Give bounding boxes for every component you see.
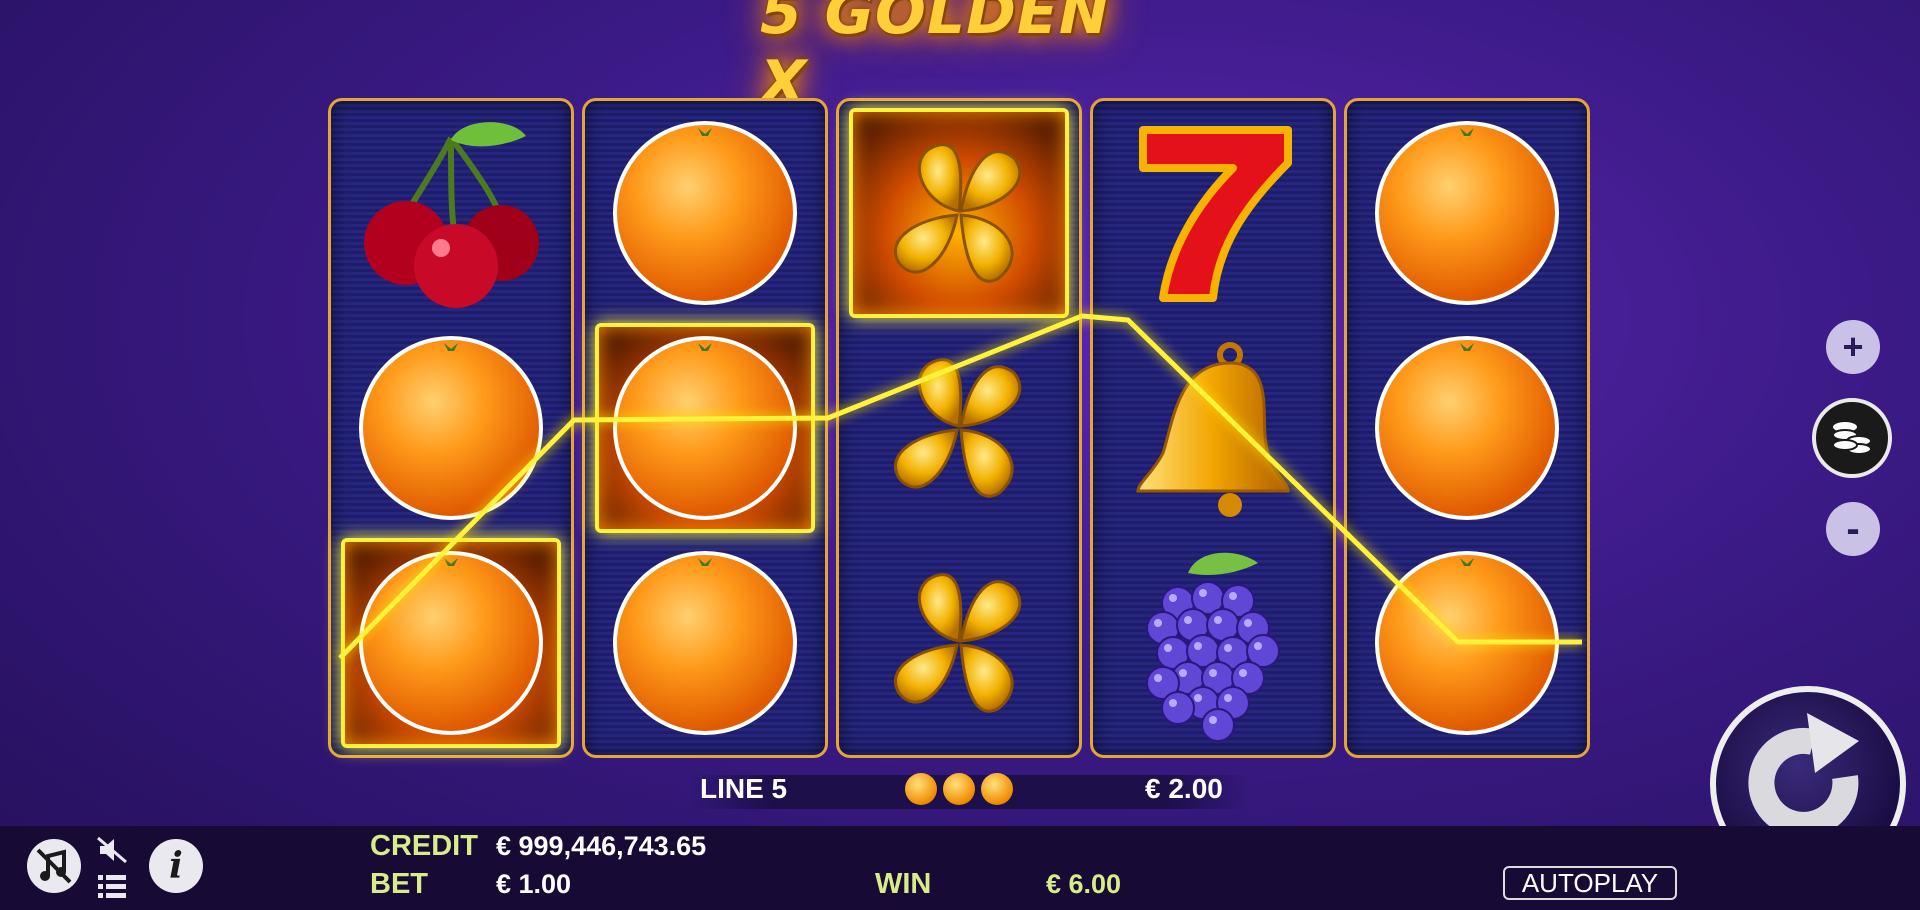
reel-2-row-2-cell [595, 323, 815, 533]
grapes-icon [1118, 543, 1308, 743]
orange-icon [1372, 333, 1562, 523]
bet-decrease-button[interactable]: - [1826, 502, 1880, 556]
orange-icon [356, 548, 546, 738]
coin-icon [905, 773, 937, 805]
info-icon: i [169, 845, 183, 887]
bet-value: € 1.00 [496, 869, 572, 899]
music-off-icon [36, 848, 72, 884]
reel-5-row-2-cell [1357, 323, 1577, 533]
plus-label: + [1842, 326, 1864, 367]
autoplay-button[interactable]: AUTOPLAY [1503, 866, 1677, 900]
clover-icon [869, 338, 1049, 518]
reel-5-row-1-cell [1357, 108, 1577, 318]
orange-icon [1372, 118, 1562, 308]
reel-3-row-3-cell [849, 538, 1069, 748]
info-button[interactable]: i [149, 839, 203, 893]
sound-toggle-button[interactable] [96, 836, 130, 864]
mute-icon [97, 836, 127, 864]
clover-icon [869, 553, 1049, 733]
seven-icon [1123, 118, 1303, 308]
orange-icon [1372, 548, 1562, 738]
coin-icon [981, 773, 1013, 805]
reel-1-row-2-cell [341, 323, 561, 533]
bet-label: BET [370, 868, 428, 900]
credit-value: € 999,446,743.65 [496, 831, 707, 861]
music-toggle-button[interactable] [27, 839, 81, 893]
win-value: € 6.00 [1046, 869, 1122, 899]
orange-icon [610, 333, 800, 523]
reel-4-row-3-cell [1103, 538, 1323, 748]
orange-icon [610, 118, 800, 308]
reel-4-row-1-cell [1103, 108, 1323, 318]
game-logo: 5 GOLDEN X [760, 0, 1160, 118]
reel-4-row-2-cell [1103, 323, 1323, 533]
reel-2-row-1-cell [595, 108, 815, 318]
orange-icon [610, 548, 800, 738]
reel-3-row-1-cell [849, 108, 1069, 318]
credit-label: CREDIT [370, 830, 478, 862]
clover-icon [869, 123, 1049, 303]
line-win-amount: € 2.00 [1145, 773, 1223, 804]
bet-increase-button[interactable]: + [1826, 320, 1880, 374]
reel-area [328, 98, 1590, 760]
line-label: LINE 5 [700, 773, 788, 804]
reel-2-row-3-cell [595, 538, 815, 748]
reel-3-row-2-cell [849, 323, 1069, 533]
reel-5-row-3-cell [1357, 538, 1577, 748]
paytable-menu-button[interactable] [96, 872, 130, 900]
cherry-icon [351, 118, 551, 308]
coins-button[interactable] [1812, 398, 1892, 478]
line-coins [905, 773, 1013, 805]
reel-1-row-1-cell [341, 108, 561, 318]
coins-icon [1832, 422, 1872, 455]
list-icon [98, 875, 126, 898]
coin-icon [943, 773, 975, 805]
minus-label: - [1846, 506, 1860, 551]
win-label: WIN [875, 868, 932, 900]
reel-1-row-3-cell [341, 538, 561, 748]
bell-icon [1118, 333, 1308, 523]
orange-icon [356, 333, 546, 523]
